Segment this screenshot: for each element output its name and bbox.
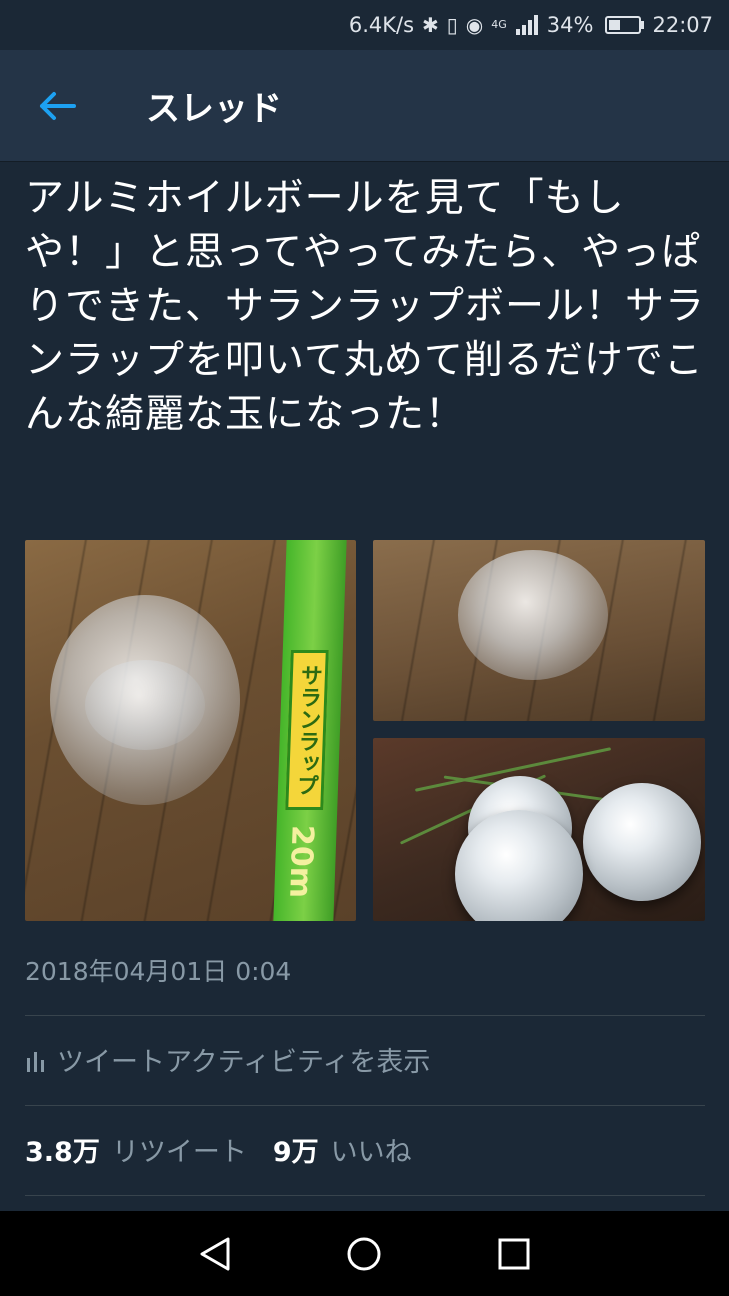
recents-square-icon [498,1238,530,1269]
tweet-timestamp: 2018年04月01日 0:04 [25,957,292,986]
wrap-box-label: サランラップ [285,650,329,810]
retweet-count[interactable]: 3.8万 [25,1130,100,1169]
back-triangle-icon [200,1237,230,1270]
eye-comfort-icon: ◉ [465,13,484,37]
system-nav-bar [0,1211,729,1296]
tweet-media-grid: サランラップ 20m [25,540,705,921]
wrap-box-length: 20m [282,825,320,899]
tweet-activity-link[interactable]: ツイートアクティビティを表示 [25,1040,430,1079]
tweet-image-3[interactable] [373,738,705,921]
nav-back-button[interactable] [185,1224,245,1284]
tweet-activity-label: ツイートアクティビティを表示 [57,1047,431,1078]
divider [25,1015,705,1016]
tweet-image-1[interactable]: サランラップ 20m [25,540,356,921]
tweet-text: アルミホイルボールを見て「もしや！」と思ってやってみたら、やっぱりできた、サラン… [25,176,706,437]
divider [25,1105,705,1106]
battery-percent: 34% [546,13,594,37]
tweet-image-2[interactable] [373,540,705,721]
back-button[interactable] [28,76,88,136]
like-count[interactable]: 9万 [273,1130,319,1169]
nav-recents-button[interactable] [484,1224,544,1284]
network-type-label: 4G [491,18,507,31]
home-circle-icon [347,1237,381,1270]
vibrate-icon: ▯ [446,13,458,37]
tweet-stats: 3.8万 リツイート 9万 いいね [25,1130,438,1169]
signal-icon [515,15,538,35]
status-bar: 6.4K/s ✱ ▯ ◉ 4G 34% 22:07 [0,0,729,50]
divider [25,1195,705,1196]
bar-chart-icon [27,1051,44,1072]
battery-icon [601,16,645,34]
retweet-label[interactable]: リツイート [112,1130,247,1169]
back-arrow-icon [40,91,76,120]
network-speed: 6.4K/s [348,13,415,37]
bluetooth-icon: ✱ [422,13,439,37]
clock: 22:07 [652,13,713,37]
nav-home-button[interactable] [334,1224,394,1284]
like-label[interactable]: いいね [331,1130,412,1169]
page-title: スレッド [146,89,282,129]
app-header: スレッド [0,50,729,162]
